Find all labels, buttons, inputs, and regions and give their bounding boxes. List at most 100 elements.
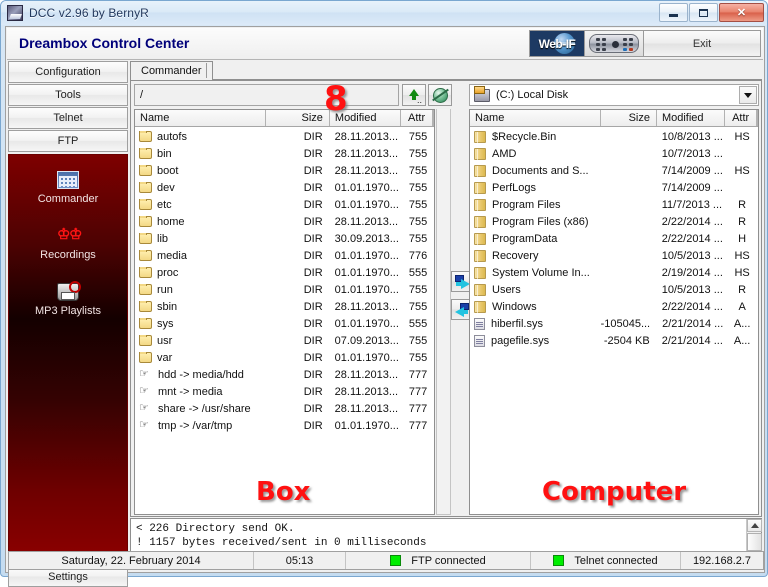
folder-icon bbox=[139, 198, 152, 210]
drive-select[interactable]: (C:) Local Disk bbox=[469, 84, 759, 106]
cell-name: Users bbox=[470, 283, 601, 296]
cell-modified: 28.11.2013... bbox=[334, 147, 399, 160]
table-row[interactable]: System Volume In... 2/19/2014 ... HS bbox=[470, 264, 758, 281]
log-line: ! 1157 bytes received/sent in 0 millisec… bbox=[136, 537, 427, 549]
table-row[interactable]: etc DIR 01.01.1970... 755 bbox=[135, 196, 434, 213]
sidebar-item-commander[interactable]: Commander bbox=[9, 171, 127, 205]
cell-modified: 01.01.1970... bbox=[334, 181, 399, 194]
cell-modified: 28.11.2013... bbox=[334, 130, 399, 143]
table-row[interactable]: lib DIR 30.09.2013... 755 bbox=[135, 230, 434, 247]
status-bar: Saturday, 22. February 2014 05:13 FTP co… bbox=[8, 551, 764, 570]
table-row[interactable]: Recovery 10/5/2013 ... HS bbox=[470, 247, 758, 264]
table-row[interactable]: Users 10/5/2013 ... R bbox=[470, 281, 758, 298]
symlink-icon: ☞ bbox=[139, 368, 149, 380]
folder-icon bbox=[474, 300, 486, 313]
cell-attr: R bbox=[738, 215, 747, 228]
folder-icon bbox=[139, 147, 152, 159]
column-header-modified[interactable]: Modified bbox=[656, 110, 726, 126]
cell-modified: 01.01.1970... bbox=[334, 283, 399, 296]
table-row[interactable]: sbin DIR 28.11.2013... 755 bbox=[135, 298, 434, 315]
file-name: Program Files bbox=[492, 198, 561, 211]
cell-name: boot bbox=[135, 164, 266, 177]
table-row[interactable]: hiberfil.sys -105045... 2/21/2014 ... A... bbox=[470, 315, 758, 332]
refresh-button[interactable] bbox=[428, 84, 452, 106]
table-row[interactable]: Windows 2/22/2014 ... A bbox=[470, 298, 758, 315]
cell-attr: R bbox=[738, 198, 747, 211]
file-name: sbin bbox=[157, 300, 178, 313]
cell-attr: 777 bbox=[408, 402, 428, 415]
running-men-icon: ♔ ♔ bbox=[57, 226, 83, 243]
table-row[interactable]: sys DIR 01.01.1970... 555 bbox=[135, 315, 434, 332]
column-header-attr[interactable]: Attr bbox=[725, 110, 757, 126]
sidebar-item-tools[interactable]: Tools bbox=[8, 84, 128, 106]
file-name: Program Files (x86) bbox=[492, 215, 589, 228]
table-row[interactable]: var DIR 01.01.1970... 755 bbox=[135, 349, 434, 366]
sidebar-item-mp3-playlists[interactable]: MP3 Playlists bbox=[9, 281, 127, 317]
table-row[interactable]: home DIR 28.11.2013... 755 bbox=[135, 213, 434, 230]
computer-file-list[interactable]: Name Size Modified Attr $Recycle.Bin 10/8… bbox=[469, 109, 759, 515]
cell-size: DIR bbox=[303, 300, 323, 313]
table-row[interactable]: ☞ tmp -> /var/tmp DIR 01.01.1970... 777 bbox=[135, 417, 434, 434]
scrollbar-thumb[interactable] bbox=[747, 533, 762, 551]
close-button[interactable]: ✕ bbox=[719, 3, 764, 22]
sidebar-item-configuration[interactable]: Configuration bbox=[8, 61, 128, 83]
cell-size: DIR bbox=[303, 215, 323, 228]
folder-icon bbox=[139, 283, 152, 295]
table-row[interactable]: autofs DIR 28.11.2013... 755 bbox=[135, 128, 434, 145]
column-header-modified[interactable]: Modified bbox=[329, 110, 402, 126]
left-list-scrollbar[interactable] bbox=[436, 109, 451, 515]
table-row[interactable]: dev DIR 01.01.1970... 755 bbox=[135, 179, 434, 196]
table-row[interactable]: ☞ hdd -> media/hdd DIR 28.11.2013... 777 bbox=[135, 366, 434, 383]
folder-icon bbox=[474, 181, 486, 194]
webif-button[interactable]: Web-IF bbox=[529, 30, 585, 57]
cell-name: Program Files bbox=[470, 198, 601, 211]
file-name: usr bbox=[157, 334, 173, 347]
folder-icon bbox=[139, 215, 152, 227]
scroll-up-icon[interactable] bbox=[747, 519, 762, 532]
cell-name: $Recycle.Bin bbox=[470, 130, 601, 143]
sidebar-item-telnet[interactable]: Telnet bbox=[8, 107, 128, 129]
table-row[interactable]: AMD 10/7/2013 ... bbox=[470, 145, 758, 162]
folder-icon bbox=[474, 147, 486, 160]
table-row[interactable]: ☞ share -> /usr/share DIR 28.11.2013... 777 bbox=[135, 400, 434, 417]
cell-size: DIR bbox=[303, 147, 323, 160]
table-row[interactable]: $Recycle.Bin 10/8/2013 ... HS bbox=[470, 128, 758, 145]
tab-commander[interactable]: Commander bbox=[130, 61, 213, 80]
table-row[interactable]: Program Files (x86) 2/22/2014 ... R bbox=[470, 213, 758, 230]
maximize-button[interactable] bbox=[689, 3, 718, 22]
exit-button[interactable]: Exit bbox=[643, 30, 761, 57]
cell-name: Documents and S... bbox=[470, 164, 601, 177]
cell-attr: 776 bbox=[408, 249, 428, 262]
table-row[interactable]: boot DIR 28.11.2013... 755 bbox=[135, 162, 434, 179]
table-row[interactable]: ☞ mnt -> media DIR 28.11.2013... 777 bbox=[135, 383, 434, 400]
table-row[interactable]: pagefile.sys -2504 KB 2/21/2014 ... A... bbox=[470, 332, 758, 349]
status-telnet: Telnet connected bbox=[531, 552, 681, 569]
remote-control-button[interactable] bbox=[584, 30, 644, 57]
sidebar-item-ftp[interactable]: FTP bbox=[8, 130, 128, 152]
table-row[interactable]: Program Files 11/7/2013 ... R bbox=[470, 196, 758, 213]
folder-icon bbox=[474, 164, 486, 177]
column-header-size[interactable]: Size bbox=[600, 110, 657, 126]
table-row[interactable]: PerfLogs 7/14/2009 ... bbox=[470, 179, 758, 196]
sidebar-item-recordings[interactable]: ♔ ♔ Recordings bbox=[9, 227, 127, 261]
table-row[interactable]: bin DIR 28.11.2013... 755 bbox=[135, 145, 434, 162]
table-row[interactable]: Documents and S... 7/14/2009 ... HS bbox=[470, 162, 758, 179]
cell-modified: 7/14/2009 ... bbox=[661, 181, 723, 194]
status-ip: 192.168.2.7 bbox=[692, 554, 752, 567]
column-header-size[interactable]: Size bbox=[266, 110, 330, 126]
chevron-down-icon[interactable] bbox=[739, 86, 757, 104]
table-row[interactable]: ProgramData 2/22/2014 ... H bbox=[470, 230, 758, 247]
table-row[interactable]: usr DIR 07.09.2013... 755 bbox=[135, 332, 434, 349]
table-row[interactable]: run DIR 01.01.1970... 755 bbox=[135, 281, 434, 298]
minimize-button[interactable] bbox=[659, 3, 688, 22]
parent-folder-button[interactable]: .. bbox=[402, 84, 426, 106]
column-header-name[interactable]: Name bbox=[470, 110, 601, 126]
column-header-name[interactable]: Name bbox=[135, 110, 266, 126]
cell-modified: 28.11.2013... bbox=[334, 164, 399, 177]
left-path-input[interactable]: / bbox=[134, 84, 399, 106]
cell-attr: HS bbox=[734, 249, 750, 262]
box-file-list[interactable]: Name Size Modified Attr autofs DIR 28.11.2… bbox=[134, 109, 435, 515]
column-header-attr[interactable]: Attr bbox=[401, 110, 433, 126]
table-row[interactable]: proc DIR 01.01.1970... 555 bbox=[135, 264, 434, 281]
table-row[interactable]: media DIR 01.01.1970... 776 bbox=[135, 247, 434, 264]
